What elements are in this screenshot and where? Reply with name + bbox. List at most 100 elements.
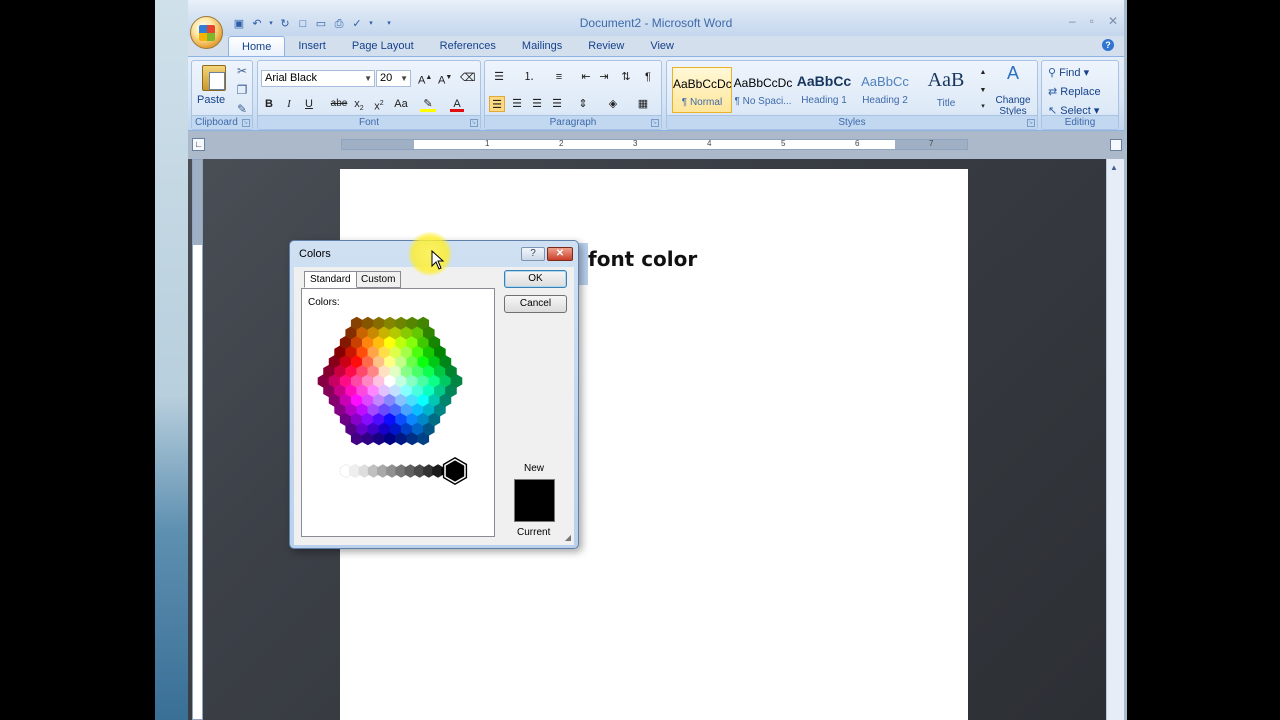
subscript-icon[interactable]: x2 [352,96,366,112]
paste-button[interactable]: Paste [197,94,225,106]
new-icon[interactable]: □ [296,17,310,31]
copy-icon[interactable]: ❐ [235,83,249,97]
style-heading-1[interactable]: AaBbCc Heading 1 [794,67,854,113]
binoculars-icon: ⚲ [1048,67,1057,79]
cut-icon[interactable]: ✂ [235,64,249,78]
editing-group: ⚲ Find ▾ ⇄ Replace ↖ Select ▾ Editing [1041,60,1119,130]
dialog-launcher-icon[interactable]: ↘ [470,119,478,127]
dialog-launcher-icon[interactable]: ↘ [651,119,659,127]
shading-icon[interactable]: ◈ [603,96,623,112]
tab-selector-icon[interactable]: ∟ [192,138,205,151]
increase-indent-icon[interactable]: ⇥ [597,69,611,85]
strikethrough-icon[interactable]: abe [330,96,348,112]
underline-icon[interactable]: U [302,96,316,112]
minimize-icon[interactable]: – [1069,14,1076,28]
superscript-icon[interactable]: x2 [372,96,386,113]
horizontal-ruler[interactable]: 1 2 3 4 5 6 7 [341,139,968,150]
ruler-row: ∟ 1 2 3 4 5 6 7 [188,131,1124,159]
show-marks-icon[interactable]: ¶ [641,69,655,85]
help-icon[interactable]: ? [521,247,545,261]
align-left-icon[interactable]: ☰ [489,96,505,112]
cancel-button[interactable]: Cancel [504,295,567,313]
tab-custom[interactable]: Custom [355,271,402,288]
change-case-icon[interactable]: Aa [392,96,410,112]
style-title[interactable]: AaB Title [916,67,976,113]
dropdown-icon[interactable]: ▾ [268,17,274,31]
print-preview-icon[interactable]: ⎙ [332,17,346,31]
styles-scroll-up-icon[interactable]: ▲ [978,65,988,81]
paste-icon[interactable] [202,65,226,91]
close-icon[interactable]: ✕ [547,247,573,261]
style-normal[interactable]: AaBbCcDc ¶ Normal [672,67,732,113]
customize-qat-icon[interactable]: ▾ [382,17,396,31]
change-styles-button[interactable]: Change Styles [989,95,1037,117]
justify-icon[interactable]: ☰ [549,96,565,112]
open-icon[interactable]: ▭ [314,17,328,31]
office-logo-icon [199,25,215,41]
style-no-spacing[interactable]: AaBbCcDc ¶ No Spaci... [733,67,793,113]
font-color-icon[interactable]: A [450,96,464,112]
mouse-cursor-icon [431,250,445,270]
tab-review[interactable]: Review [575,36,637,56]
vertical-scrollbar[interactable]: ▲ [1106,159,1124,720]
maximize-icon[interactable]: ▫ [1090,14,1094,28]
styles-scroll-down-icon[interactable]: ▼ [978,83,988,99]
undo-icon[interactable]: ↶ [250,17,264,31]
resize-grip-icon[interactable]: ◢ [565,533,571,542]
bold-icon[interactable]: B [262,96,276,112]
tab-standard[interactable]: Standard [304,271,357,288]
format-painter-icon[interactable]: ✎ [235,102,249,116]
clear-formatting-icon[interactable]: ⌫ [460,70,476,86]
dialog-launcher-icon[interactable]: ↘ [242,119,250,127]
office-button[interactable] [190,16,223,49]
shrink-font-icon[interactable]: A▼ [438,70,452,87]
tab-page-layout[interactable]: Page Layout [339,36,427,56]
chevron-down-icon: ▼ [400,74,408,83]
save-icon[interactable]: ▣ [232,17,246,31]
highlight-icon[interactable]: ✎ [420,96,436,112]
font-size-combo[interactable]: 20 ▼ [376,70,411,87]
dropdown-icon[interactable]: ▾ [368,17,374,31]
tab-home[interactable]: Home [228,36,286,56]
colors-dialog: Colors ? ✕ Standard Custom Colors: OK Ca… [289,240,579,549]
numbering-icon[interactable]: ⒈ [519,69,539,85]
sort-icon[interactable]: ⇅ [619,69,633,85]
document-text[interactable]: font color [588,247,697,271]
ruler-tick: 6 [855,139,860,148]
find-button[interactable]: ⚲ Find ▾ [1048,66,1089,79]
dialog-launcher-icon[interactable]: ↘ [1027,119,1035,127]
tab-view[interactable]: View [637,36,687,56]
ribbon-tabs: Home Insert Page Layout References Maili… [228,36,687,56]
ok-button[interactable]: OK [504,270,567,288]
styles-group: AaBbCcDc ¶ Normal AaBbCcDc ¶ No Spaci... A… [666,60,1038,130]
line-spacing-icon[interactable]: ⇕ [573,96,593,112]
new-color-label: New [524,463,545,474]
grow-font-icon[interactable]: A▲ [418,70,432,87]
italic-icon[interactable]: I [282,96,296,112]
chevron-down-icon: ▼ [364,74,372,83]
redo-icon[interactable]: ↻ [278,17,292,31]
font-name-combo[interactable]: Arial Black ▼ [261,70,375,87]
scroll-up-icon[interactable]: ▲ [1110,163,1118,172]
replace-button[interactable]: ⇄ Replace [1048,85,1101,98]
spelling-icon[interactable]: ✓ [350,17,364,31]
color-hexagon-picker[interactable] [302,289,496,538]
change-styles-icon[interactable]: A [1003,64,1023,82]
borders-icon[interactable]: ▦ [633,96,653,112]
tab-references[interactable]: References [427,36,509,56]
tab-insert[interactable]: Insert [285,36,339,56]
styles-more-icon[interactable]: ▾ [978,99,988,115]
help-icon[interactable]: ? [1102,39,1114,51]
tab-mailings[interactable]: Mailings [509,36,575,56]
decrease-indent-icon[interactable]: ⇤ [579,69,593,85]
bullets-icon[interactable]: ☰ [489,69,509,85]
view-ruler-icon[interactable] [1110,139,1122,151]
align-right-icon[interactable]: ☰ [529,96,545,112]
multilevel-list-icon[interactable]: ≡ [549,69,569,85]
selected-color-cell[interactable] [442,457,468,485]
ruler-tick: 3 [633,139,638,148]
close-icon[interactable]: ✕ [1108,14,1118,28]
vertical-ruler[interactable] [192,159,203,720]
style-heading-2[interactable]: AaBbCc Heading 2 [855,67,915,113]
align-center-icon[interactable]: ☰ [509,96,525,112]
